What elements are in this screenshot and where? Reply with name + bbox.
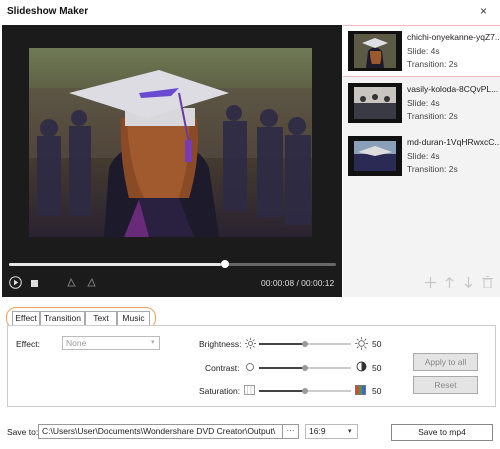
seek-handle[interactable] — [221, 260, 229, 268]
effect-panel: Effect: None ▾ Brightness: 50 Contrast: … — [7, 325, 496, 407]
saturation-slider[interactable] — [259, 390, 305, 392]
effect-select[interactable]: None ▾ — [62, 336, 160, 350]
rotate-right-icon[interactable] — [86, 277, 97, 290]
chevron-down-icon: ▾ — [151, 339, 155, 346]
slide-duration: Slide: 4s — [407, 98, 440, 108]
rotate-left-icon[interactable] — [66, 277, 77, 290]
saturation-low-icon — [244, 385, 255, 397]
slide-name: chichi-onyekanne-yqZ7... — [407, 32, 500, 42]
saturation-high-icon — [355, 385, 366, 397]
brightness-slider-rest — [305, 343, 351, 345]
seek-bar[interactable] — [9, 260, 336, 268]
transition-duration: Transition: 2s — [407, 59, 458, 69]
contrast-low-icon — [245, 362, 255, 374]
output-path-field[interactable]: C:\Users\User\Documents\Wondershare DVD … — [38, 424, 283, 439]
apply-to-all-button[interactable]: Apply to all — [413, 353, 478, 371]
transition-duration: Transition: 2s — [407, 164, 458, 174]
slide-thumbnail — [348, 83, 402, 123]
brightness-label: Brightness: — [199, 339, 242, 349]
time-display: 00:00:08 / 00:00:12 — [261, 278, 335, 288]
contrast-label: Contrast: — [205, 363, 240, 373]
move-down-icon[interactable] — [464, 277, 473, 290]
brightness-value: 50 — [372, 339, 382, 349]
save-to-mp4-button[interactable]: Save to mp4 — [391, 424, 493, 441]
contrast-slider[interactable] — [259, 367, 305, 369]
slide-toolbar — [343, 270, 500, 297]
brightness-high-icon — [355, 337, 368, 352]
slide-item[interactable]: md-duran-1VqHRwxcC... Slide: 4s Transiti… — [343, 131, 500, 181]
saturation-slider-rest — [305, 390, 351, 392]
chevron-down-icon: ▾ — [348, 428, 352, 435]
slide-duration: Slide: 4s — [407, 46, 440, 56]
contrast-value: 50 — [372, 363, 382, 373]
slide-list: chichi-onyekanne-yqZ7... Slide: 4s Trans… — [343, 25, 500, 297]
saturation-handle[interactable] — [302, 388, 308, 394]
tab-effect[interactable]: Effect — [12, 311, 40, 326]
slide-duration: Slide: 4s — [407, 151, 440, 161]
tab-text[interactable]: Text — [85, 311, 117, 326]
brightness-low-icon — [245, 338, 256, 351]
tab-music[interactable]: Music — [117, 311, 150, 326]
saturation-value: 50 — [372, 386, 382, 396]
brightness-slider[interactable] — [259, 343, 305, 345]
video-preview[interactable]: 00:00:08 / 00:00:12 — [2, 25, 342, 297]
contrast-handle[interactable] — [302, 365, 308, 371]
delete-icon[interactable] — [482, 276, 493, 290]
slide-item[interactable]: vasily-koloda-8CQvPL... Slide: 4s Transi… — [343, 78, 500, 128]
reset-button[interactable]: Reset — [413, 376, 478, 394]
contrast-slider-rest — [305, 367, 351, 369]
browse-button[interactable]: ··· — [283, 424, 299, 439]
effect-label: Effect: — [16, 339, 40, 349]
slide-name: vasily-koloda-8CQvPL... — [407, 84, 499, 94]
tab-transition[interactable]: Transition — [40, 311, 85, 326]
aspect-ratio-value: 16:9 — [309, 426, 326, 436]
play-icon[interactable] — [9, 276, 22, 291]
saturation-label: Saturation: — [199, 386, 241, 396]
slide-item[interactable]: chichi-onyekanne-yqZ7... Slide: 4s Trans… — [343, 25, 500, 77]
close-icon[interactable]: × — [480, 4, 487, 18]
window-title: Slideshow Maker — [7, 6, 89, 17]
brightness-handle[interactable] — [302, 341, 308, 347]
preview-image — [29, 48, 312, 237]
slide-thumbnail — [348, 31, 402, 71]
save-to-label: Save to: — [7, 427, 39, 437]
contrast-high-icon — [356, 361, 367, 374]
slide-thumbnail — [348, 136, 402, 176]
transition-duration: Transition: 2s — [407, 111, 458, 121]
seek-progress — [9, 263, 221, 266]
add-icon[interactable] — [425, 277, 436, 290]
move-up-icon[interactable] — [445, 276, 454, 290]
title-bar: Slideshow Maker × — [0, 0, 500, 24]
stop-icon[interactable] — [31, 279, 38, 289]
slide-name: md-duran-1VqHRwxcC... — [407, 137, 500, 147]
effect-value: None — [66, 338, 87, 348]
aspect-ratio-select[interactable]: 16:9 ▾ — [305, 424, 358, 439]
